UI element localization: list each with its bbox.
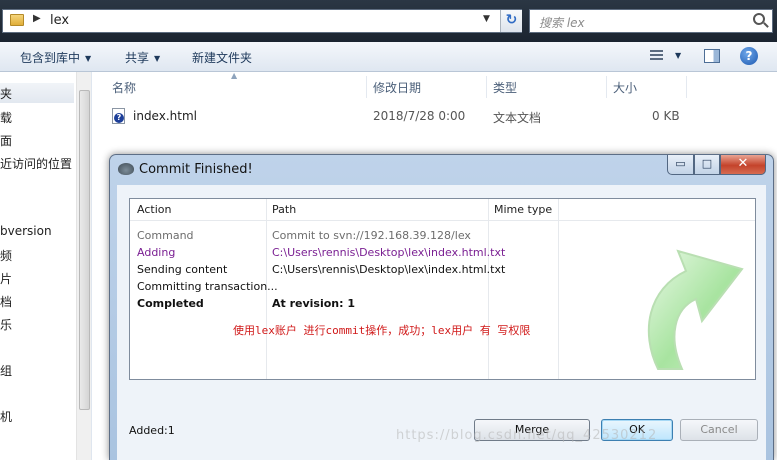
row-path: C:\Users\rennis\Desktop\lex\index.html.t…: [272, 263, 506, 276]
share-button[interactable]: 共享 ▼: [125, 49, 160, 66]
file-row[interactable]: index.html 2018/7/28 0:00 文本文档 0 KB: [100, 104, 777, 128]
explorer-navigation-bar: ▶ lex ▼ ↻ 搜索 lex: [0, 0, 777, 42]
row-path: C:\Users\rennis\Desktop\lex\index.html.t…: [272, 246, 506, 259]
nav-item-recent-places[interactable]: 近访问的位置: [0, 155, 72, 172]
file-modified: 2018/7/28 0:00: [373, 109, 466, 123]
nav-item-subversion[interactable]: bversion: [0, 224, 52, 238]
search-input[interactable]: 搜索 lex: [539, 14, 585, 31]
commit-log-header: Action Path Mime type: [130, 199, 755, 221]
nav-item-pictures[interactable]: 片: [0, 270, 12, 287]
file-list-header: ▲ 名称 修改日期 类型 大小: [100, 71, 777, 100]
annotation-note: 使用lex账户 进行commit操作，成功；lex用户 有 写权限: [233, 324, 531, 337]
column-mime-type[interactable]: Mime type: [494, 203, 552, 216]
new-folder-button[interactable]: 新建文件夹: [192, 49, 252, 66]
tortoise-icon: [118, 163, 134, 175]
file-type: 文本文档: [493, 111, 542, 125]
preview-pane-icon[interactable]: [704, 49, 720, 63]
nav-item-music[interactable]: 乐: [0, 316, 12, 333]
watermark: https://blog.csdn.net/qq_42530212: [396, 428, 658, 443]
dialog-body: Action Path Mime type Command Commit to …: [117, 185, 766, 460]
minimize-button[interactable]: ▭: [667, 155, 694, 175]
added-count: Added:1: [129, 424, 175, 437]
address-dropdown-icon[interactable]: ▼: [483, 14, 490, 24]
refresh-icon[interactable]: ↻: [500, 10, 522, 32]
nav-item-homegroup[interactable]: 组: [0, 362, 12, 379]
search-box[interactable]: 搜索 lex: [529, 9, 773, 33]
chevron-down-icon: ▼: [154, 54, 161, 63]
include-library-label: 包含到库中: [20, 51, 81, 65]
close-button[interactable]: ✕: [720, 155, 766, 175]
row-action: Adding: [137, 246, 176, 259]
nav-item-computer[interactable]: 机: [0, 408, 12, 425]
explorer-toolbar: 包含到库中 ▼ 共享 ▼ 新建文件夹 ▼ ?: [0, 42, 777, 72]
row-action: Completed: [137, 297, 204, 310]
navigation-pane: 夹 载 面 近访问的位置 bversion 频 片 档 乐 组 机: [0, 72, 92, 460]
nav-scrollbar-thumb[interactable]: [79, 90, 90, 410]
sort-ascending-icon: ▲: [231, 71, 238, 80]
cancel-button[interactable]: Cancel: [680, 419, 758, 441]
nav-item-favorites[interactable]: 夹: [0, 83, 74, 103]
row-path: At revision: 1: [272, 297, 356, 310]
row-action: Command: [137, 229, 194, 242]
column-action[interactable]: Action: [137, 203, 171, 216]
column-divider[interactable]: [558, 199, 559, 379]
nav-item-desktop[interactable]: 面: [0, 132, 12, 149]
column-divider[interactable]: [486, 76, 487, 98]
nav-item-downloads[interactable]: 载: [0, 109, 12, 126]
column-divider[interactable]: [606, 76, 607, 98]
address-path[interactable]: lex: [50, 13, 69, 28]
maximize-button[interactable]: □: [694, 155, 720, 175]
dialog-title-bar[interactable]: Commit Finished! ▭ □ ✕: [110, 155, 773, 185]
search-icon[interactable]: [753, 13, 765, 25]
help-icon[interactable]: ?: [740, 47, 758, 65]
folder-icon: [10, 14, 24, 26]
row-action: Sending content: [137, 263, 228, 276]
commit-finished-dialog: Commit Finished! ▭ □ ✕ Action Path Mime …: [109, 154, 774, 460]
include-library-button[interactable]: 包含到库中 ▼: [20, 49, 91, 66]
view-dropdown-icon[interactable]: ▼: [675, 51, 681, 60]
breadcrumb-arrow-icon[interactable]: ▶: [33, 13, 41, 24]
column-size[interactable]: 大小: [613, 79, 637, 96]
nav-item-documents[interactable]: 档: [0, 293, 12, 310]
file-name: index.html: [133, 109, 197, 123]
file-size: 0 KB: [652, 109, 680, 123]
view-options-icon[interactable]: [650, 50, 663, 61]
column-divider[interactable]: [366, 76, 367, 98]
row-action: Committing transaction...: [137, 280, 278, 293]
html-file-icon: [112, 108, 125, 124]
success-arrow-icon: [647, 249, 744, 370]
commit-log-list[interactable]: Action Path Mime type Command Commit to …: [129, 198, 756, 380]
column-divider[interactable]: [686, 76, 687, 98]
nav-item-videos[interactable]: 频: [0, 247, 12, 264]
share-label: 共享: [125, 51, 150, 65]
column-name[interactable]: 名称: [112, 79, 136, 96]
dialog-title: Commit Finished!: [139, 162, 253, 177]
column-path[interactable]: Path: [272, 203, 296, 216]
column-divider[interactable]: [488, 199, 489, 379]
column-modified[interactable]: 修改日期: [373, 79, 421, 96]
address-bar[interactable]: ▶ lex ▼ ↻: [2, 9, 522, 33]
nav-scrollbar[interactable]: [76, 72, 91, 460]
row-path: Commit to svn://192.168.39.128/lex: [272, 229, 471, 242]
column-type[interactable]: 类型: [493, 79, 517, 96]
new-folder-label: 新建文件夹: [192, 51, 253, 65]
chevron-down-icon: ▼: [85, 54, 92, 63]
